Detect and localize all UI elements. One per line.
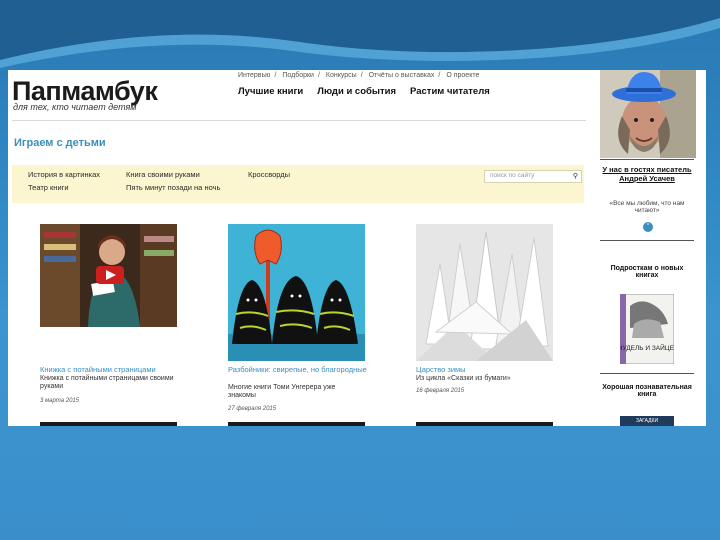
next-row-thumbnail[interactable] xyxy=(40,422,177,426)
quote-icon[interactable]: “ xyxy=(643,222,653,232)
nav-best-books[interactable]: Лучшие книги xyxy=(238,86,303,97)
paper-city-photo[interactable] xyxy=(416,224,553,361)
subnav-item-crosswords[interactable]: Кроссворды xyxy=(248,170,290,179)
top-link-collections[interactable]: Подборки xyxy=(282,72,314,79)
bottom-cover-text: ЗАГАДКИ xyxy=(635,418,659,424)
card-date: 3 марта 2015 xyxy=(40,398,80,404)
card-description: Многие книги Томи Унгерера уже знакомы xyxy=(228,384,336,399)
sidebar-divider xyxy=(600,240,694,241)
top-link-interviews[interactable]: Интервью xyxy=(238,72,270,79)
nav-grow-reader[interactable]: Растим читателя xyxy=(410,86,490,97)
site-tagline: для тех, кто читает детям xyxy=(13,102,137,112)
subnav-bar: История в картинках Театр книги Книга св… xyxy=(12,165,584,203)
guest-quote: «Все мы любим, что нам читают» xyxy=(609,200,685,214)
sidebar-divider xyxy=(600,159,694,160)
card-date: 16 февраля 2015 xyxy=(416,388,465,394)
nav-people-events[interactable]: Люди и события xyxy=(317,86,396,97)
top-link-reports[interactable]: Отчёты о выставках xyxy=(369,72,435,79)
search-input[interactable]: поиск по сайту ⚲ xyxy=(484,170,582,183)
subnav-item-handmade-book[interactable]: Книга своими руками xyxy=(126,170,200,179)
subnav-item-book-theatre[interactable]: Театр книги xyxy=(28,183,69,192)
search-placeholder: поиск по сайту xyxy=(490,172,535,179)
header-divider xyxy=(12,120,586,121)
top-link-about[interactable]: О проекте xyxy=(446,72,479,79)
card-title[interactable]: Царство зимы xyxy=(416,365,466,374)
video-thumbnail[interactable] xyxy=(40,224,177,327)
subnav-item-bedtime[interactable]: Пять минут позади на ночь xyxy=(126,183,220,192)
next-row-thumbnail[interactable] xyxy=(416,422,553,426)
card-title[interactable]: Книжка с потайными страницами xyxy=(40,365,156,374)
bottom-book-cover[interactable]: ЗАГАДКИ xyxy=(620,416,674,426)
subnav-item-picture-stories[interactable]: История в картинках xyxy=(28,170,100,179)
card-title[interactable]: Разбойники: свирепые, но благородные xyxy=(228,365,367,374)
website-screenshot: Папмамбук для тех, кто читает детям Инте… xyxy=(8,70,706,426)
new-books-title[interactable]: Подросткам о новых книгах xyxy=(600,265,694,279)
robbers-illustration[interactable] xyxy=(228,224,365,361)
good-book-title[interactable]: Хорошая познавательная книга xyxy=(600,384,694,398)
guest-title[interactable]: У нас в гостях писатель Андрей Усачев xyxy=(600,165,694,183)
card-description: Из цикла «Сказки из бумаги» xyxy=(416,375,511,382)
main-nav: Лучшие книги Люди и события Растим читат… xyxy=(238,86,490,97)
card-description: Книжка с потайными страницами своими рук… xyxy=(40,375,174,390)
breadcrumb-links: Интервью / Подборки / Конкурсы / Отчёты о в… xyxy=(238,72,480,79)
top-link-contests[interactable]: Конкурсы xyxy=(326,72,357,79)
next-row-thumbnail[interactable] xyxy=(228,422,365,426)
card-date: 27 февраля 2015 xyxy=(228,406,277,412)
guest-portrait[interactable] xyxy=(600,70,696,158)
header-wave-decoration xyxy=(0,0,720,68)
magnifier-icon[interactable]: ⚲ xyxy=(573,172,578,180)
book-cover[interactable]: НУДЕЛЬ И ЗАЙЦЕВ xyxy=(620,294,674,364)
page-title: Играем с детьми xyxy=(14,137,106,149)
book-cover-title: НУДЕЛЬ И ЗАЙЦЕВ xyxy=(620,343,674,352)
sidebar-divider xyxy=(600,373,694,374)
